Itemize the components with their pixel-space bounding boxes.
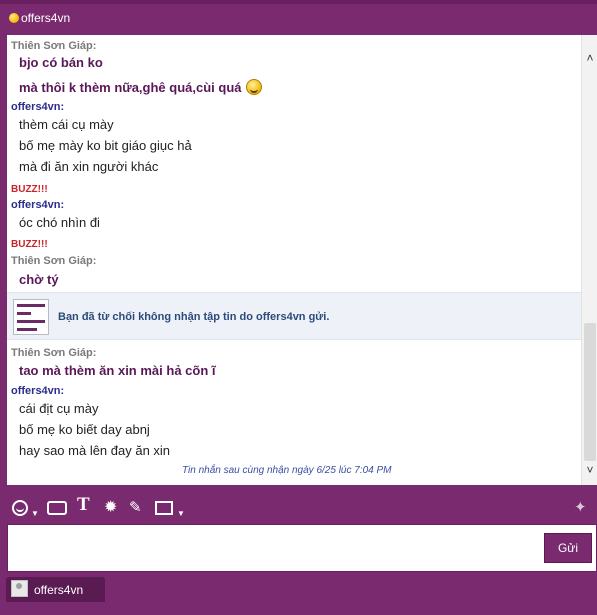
message-text: mà thôi k thèm nữa,ghê quá,cùi quá bbox=[19, 80, 242, 95]
scroll-up-icon[interactable]: ˄ bbox=[582, 49, 597, 67]
scroll-thumb[interactable] bbox=[584, 323, 596, 461]
sender-name: offers4vn: bbox=[11, 385, 65, 397]
buzz-notice: BUZZ!!! bbox=[11, 239, 48, 250]
avatar bbox=[11, 580, 28, 597]
message-line: chờ tý bbox=[19, 272, 59, 287]
send-button[interactable]: Gửi bbox=[544, 533, 592, 563]
window-contact-name: offers4vn bbox=[21, 11, 71, 25]
online-status-icon bbox=[9, 13, 19, 23]
message-line: bố mẹ mày ko bit giáo giục hả bbox=[19, 138, 192, 153]
title-bar-edge bbox=[0, 0, 597, 4]
message-line: thèm cái cụ mày bbox=[19, 117, 114, 132]
window-title-bar: offers4vn bbox=[0, 0, 597, 35]
sender-name: Thiên Sơn Giáp: bbox=[11, 347, 97, 359]
laughing-emoji-icon bbox=[245, 79, 262, 95]
emoticon-icon[interactable] bbox=[12, 500, 28, 516]
photo-menu-chevron-icon[interactable]: ▼ bbox=[177, 505, 185, 523]
chat-scrollbar[interactable]: ˄ ˅ bbox=[581, 35, 597, 485]
contact-icon[interactable]: ✦ bbox=[574, 499, 587, 517]
message-line: cái địt cụ mày bbox=[19, 401, 99, 416]
file-declined-notice: Bạn đã từ chối không nhận tập tin do off… bbox=[7, 292, 581, 340]
message-line: bố mẹ ko biết day abnj bbox=[19, 422, 150, 437]
file-declined-text: Bạn đã từ chối không nhận tập tin do off… bbox=[58, 311, 330, 323]
sender-name: offers4vn: bbox=[11, 199, 65, 211]
text-format-icon[interactable]: T bbox=[77, 495, 90, 514]
sender-name: offers4vn: bbox=[11, 101, 65, 113]
message-toolbar: ▼ T ✹ ✎ ▼ ✦ bbox=[0, 493, 597, 523]
scroll-down-icon[interactable]: ˅ bbox=[582, 461, 597, 479]
message-line: tao mà thèm ăn xin mài hả cõn ĩ bbox=[19, 363, 216, 378]
conversation-tab-bar: offers4vn bbox=[0, 574, 597, 615]
emoticon-menu-chevron-icon[interactable]: ▼ bbox=[31, 505, 39, 523]
photo-share-icon[interactable] bbox=[155, 501, 173, 515]
conversation-tab[interactable]: offers4vn bbox=[6, 577, 105, 602]
sender-name: Thiên Sơn Giáp: bbox=[11, 255, 97, 267]
message-line: hay sao mà lên đay ăn xin bbox=[19, 443, 171, 458]
file-transfer-icon bbox=[13, 299, 49, 335]
message-input[interactable] bbox=[7, 524, 597, 572]
message-line: bjo có bán ko bbox=[19, 55, 103, 70]
message-line: óc chó nhìn đi bbox=[19, 215, 100, 230]
last-received-timestamp: Tin nhắn sau cùng nhận ngày 6/25 lúc 7:0… bbox=[182, 465, 392, 476]
message-line-with-emoji: mà thôi k thèm nữa,ghê quá,cùi quá bbox=[19, 79, 262, 95]
attach-icon[interactable]: ✎ bbox=[129, 499, 142, 517]
buzz-notice: BUZZ!!! bbox=[11, 184, 48, 195]
wink-icon[interactable] bbox=[47, 501, 67, 515]
buzz-icon[interactable]: ✹ bbox=[104, 499, 117, 517]
sender-name: Thiên Sơn Giáp: bbox=[11, 40, 97, 52]
tab-label: offers4vn bbox=[34, 583, 84, 597]
message-line: mà đi ăn xin người khác bbox=[19, 159, 159, 174]
chat-history[interactable]: Thiên Sơn Giáp: bjo có bán ko mà thôi k … bbox=[7, 35, 597, 485]
